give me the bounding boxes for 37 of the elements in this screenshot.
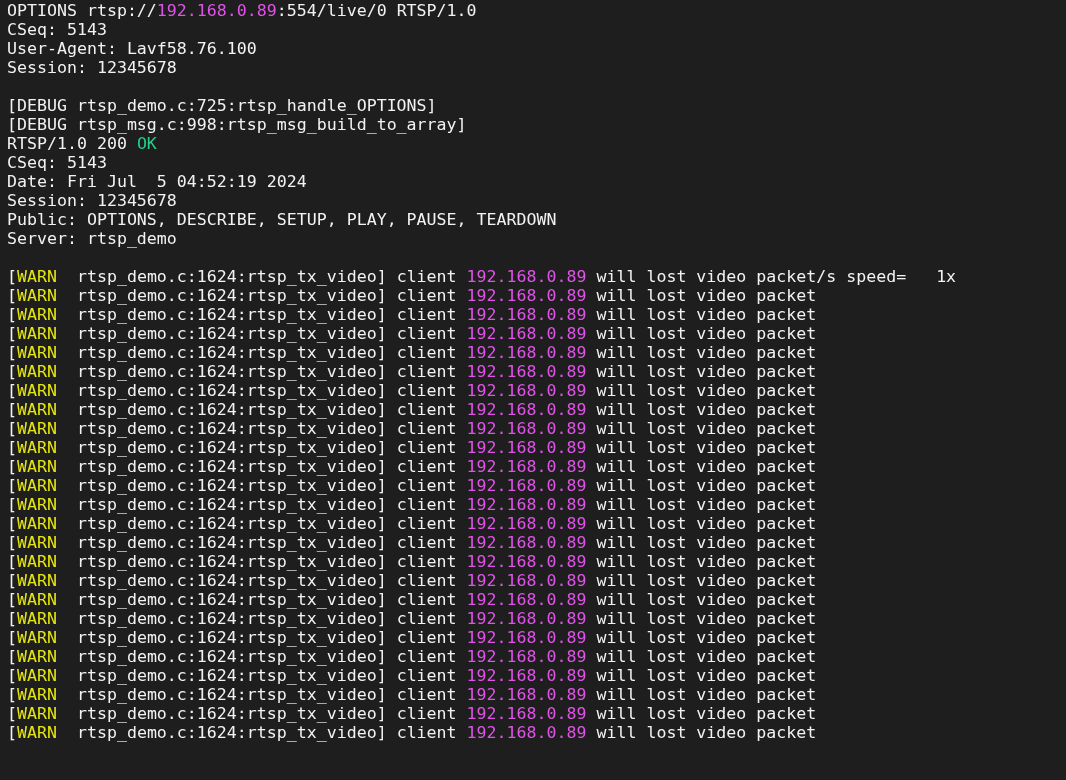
terminal-line: [WARN rtsp_demo.c:1624:rtsp_tx_video] client 192.168.0.89 will lost video packet bbox=[7, 704, 817, 723]
terminal-line: [WARN rtsp_demo.c:1624:rtsp_tx_video] client 192.168.0.89 will lost video packet bbox=[7, 609, 817, 628]
terminal-line: [WARN rtsp_demo.c:1624:rtsp_tx_video] client 192.168.0.89 will lost video packet bbox=[7, 381, 817, 400]
terminal-line: Session: 12345678 bbox=[7, 191, 177, 210]
terminal-line: Session: 12345678 bbox=[7, 58, 177, 77]
terminal-line: [WARN rtsp_demo.c:1624:rtsp_tx_video] client 192.168.0.89 will lost video packet bbox=[7, 400, 817, 419]
terminal-line: [WARN rtsp_demo.c:1624:rtsp_tx_video] client 192.168.0.89 will lost video packet bbox=[7, 571, 817, 590]
terminal-line: [WARN rtsp_demo.c:1624:rtsp_tx_video] client 192.168.0.89 will lost video packet bbox=[7, 723, 817, 742]
terminal-line: [WARN rtsp_demo.c:1624:rtsp_tx_video] client 192.168.0.89 will lost video packet bbox=[7, 647, 817, 666]
terminal-line: [WARN rtsp_demo.c:1624:rtsp_tx_video] client 192.168.0.89 will lost video packet bbox=[7, 286, 817, 305]
terminal-line: [WARN rtsp_demo.c:1624:rtsp_tx_video] client 192.168.0.89 will lost video packet/s speed= 1x bbox=[7, 267, 957, 286]
terminal-line: [WARN rtsp_demo.c:1624:rtsp_tx_video] client 192.168.0.89 will lost video packet bbox=[7, 457, 817, 476]
terminal-line: RTSP/1.0 200 OK bbox=[7, 134, 157, 153]
terminal-line: [WARN rtsp_demo.c:1624:rtsp_tx_video] client 192.168.0.89 will lost video packet bbox=[7, 362, 817, 381]
terminal-line: CSeq: 5143 bbox=[7, 20, 107, 39]
terminal-line: [WARN rtsp_demo.c:1624:rtsp_tx_video] client 192.168.0.89 will lost video packet bbox=[7, 590, 817, 609]
terminal-line: CSeq: 5143 bbox=[7, 153, 107, 172]
terminal-line: [WARN rtsp_demo.c:1624:rtsp_tx_video] client 192.168.0.89 will lost video packet bbox=[7, 514, 817, 533]
terminal-line: User-Agent: Lavf58.76.100 bbox=[7, 39, 257, 58]
terminal-line: [WARN rtsp_demo.c:1624:rtsp_tx_video] client 192.168.0.89 will lost video packet bbox=[7, 324, 817, 343]
terminal-line: Date: Fri Jul 5 04:52:19 2024 bbox=[7, 172, 307, 191]
terminal-line: [WARN rtsp_demo.c:1624:rtsp_tx_video] client 192.168.0.89 will lost video packet bbox=[7, 343, 817, 362]
terminal-line: [WARN rtsp_demo.c:1624:rtsp_tx_video] client 192.168.0.89 will lost video packet bbox=[7, 419, 817, 438]
terminal-line: [WARN rtsp_demo.c:1624:rtsp_tx_video] client 192.168.0.89 will lost video packet bbox=[7, 628, 817, 647]
terminal-line: [WARN rtsp_demo.c:1624:rtsp_tx_video] client 192.168.0.89 will lost video packet bbox=[7, 666, 817, 685]
terminal-line: Server: rtsp_demo bbox=[7, 229, 177, 248]
terminal-line: [DEBUG rtsp_msg.c:998:rtsp_msg_build_to_array] bbox=[7, 115, 467, 134]
terminal-line: OPTIONS rtsp://192.168.0.89:554/live/0 RTSP/1.0 bbox=[7, 1, 477, 20]
terminal-line: [WARN rtsp_demo.c:1624:rtsp_tx_video] client 192.168.0.89 will lost video packet bbox=[7, 552, 817, 571]
terminal-line: [WARN rtsp_demo.c:1624:rtsp_tx_video] client 192.168.0.89 will lost video packet bbox=[7, 685, 817, 704]
terminal-line: [DEBUG rtsp_demo.c:725:rtsp_handle_OPTIONS] bbox=[7, 96, 437, 115]
terminal-line: [WARN rtsp_demo.c:1624:rtsp_tx_video] client 192.168.0.89 will lost video packet bbox=[7, 495, 817, 514]
terminal-line: [WARN rtsp_demo.c:1624:rtsp_tx_video] client 192.168.0.89 will lost video packet bbox=[7, 533, 817, 552]
terminal-line: Public: OPTIONS, DESCRIBE, SETUP, PLAY, PAUSE, TEARDOWN bbox=[7, 210, 557, 229]
terminal-line: [WARN rtsp_demo.c:1624:rtsp_tx_video] client 192.168.0.89 will lost video packet bbox=[7, 305, 817, 324]
terminal-line: [WARN rtsp_demo.c:1624:rtsp_tx_video] client 192.168.0.89 will lost video packet bbox=[7, 438, 817, 457]
terminal-line: [WARN rtsp_demo.c:1624:rtsp_tx_video] client 192.168.0.89 will lost video packet bbox=[7, 476, 817, 495]
